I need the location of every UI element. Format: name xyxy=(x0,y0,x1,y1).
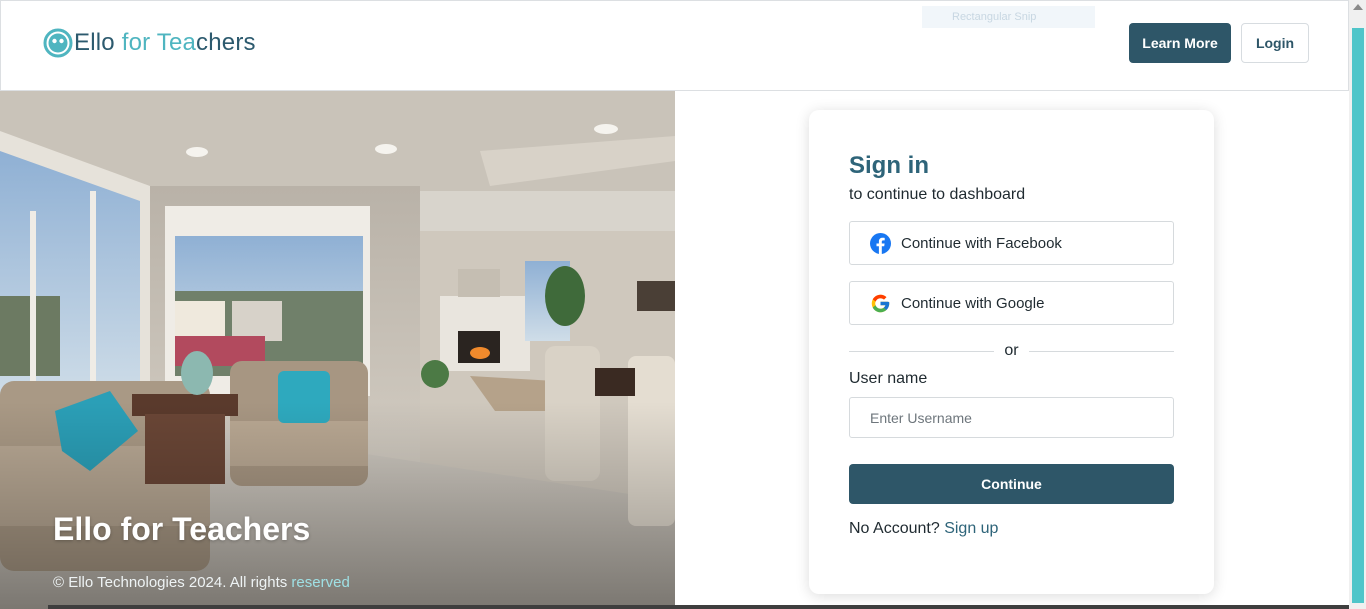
hero-title: Ello for Teachers xyxy=(53,511,311,547)
signin-card: Sign in to continue to dashboard Continu… xyxy=(809,110,1214,594)
facebook-button-label: Continue with Facebook xyxy=(901,234,1062,252)
no-account-label: No Account? xyxy=(849,520,940,537)
brand-logo[interactable]: Ello for Teachers xyxy=(43,28,256,58)
top-header: Ello for Teachers Rectangular Snip Learn… xyxy=(0,0,1349,91)
continue-with-google-button[interactable]: Continue with Google xyxy=(849,281,1174,325)
copyright-highlight: reserved xyxy=(291,574,350,591)
login-button[interactable]: Login xyxy=(1241,23,1309,63)
scroll-up-arrow-icon[interactable] xyxy=(1353,4,1363,10)
ghost-snip-label: Rectangular Snip xyxy=(922,6,1095,28)
page-scrollbar-thumb[interactable] xyxy=(1352,28,1364,603)
brand-name-part2: for Tea xyxy=(114,29,197,56)
or-divider: or xyxy=(849,342,1174,360)
brand-name-part3: chers xyxy=(196,29,256,56)
continue-button[interactable]: Continue xyxy=(849,464,1174,504)
hero-image-panel: Ello for Teachers © Ello Technologies 20… xyxy=(0,91,675,609)
brand-name: Ello for Teachers xyxy=(74,29,256,57)
signin-title: Sign in xyxy=(849,152,929,179)
facebook-icon xyxy=(870,232,891,254)
no-account-row: No Account? Sign up xyxy=(849,520,998,538)
copyright-prefix: © Ello Technologies 2024. All rights xyxy=(53,574,292,591)
bottom-edge-bar xyxy=(48,605,1349,609)
google-button-label: Continue with Google xyxy=(901,294,1045,312)
brand-name-part1: Ello xyxy=(74,29,115,56)
copyright-text: © Ello Technologies 2024. All rights res… xyxy=(53,574,350,591)
divider-line-right xyxy=(1029,351,1174,352)
signup-link[interactable]: Sign up xyxy=(944,520,998,537)
google-icon xyxy=(870,293,891,314)
continue-with-facebook-button[interactable]: Continue with Facebook xyxy=(849,221,1174,265)
learn-more-button[interactable]: Learn More xyxy=(1129,23,1231,63)
signin-subtitle: to continue to dashboard xyxy=(849,186,1026,203)
ello-smiley-icon xyxy=(43,28,73,58)
username-input[interactable] xyxy=(849,397,1174,438)
username-label: User name xyxy=(849,370,928,387)
